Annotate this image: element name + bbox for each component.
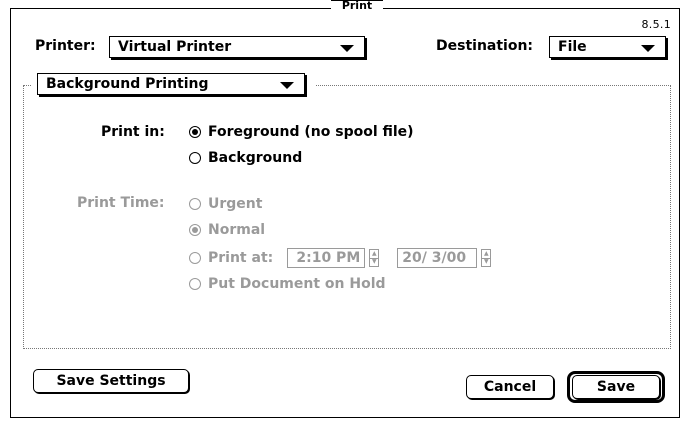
time-stepper[interactable]: ▲ ▼	[369, 249, 380, 267]
print-time-label: Print Time:	[77, 195, 165, 211]
destination-popup[interactable]: File	[549, 36, 666, 58]
destination-value: File	[558, 39, 587, 55]
chevron-down-icon	[340, 45, 354, 52]
arrow-up-icon[interactable]: ▲	[370, 250, 378, 258]
radio-urgent[interactable]: Urgent	[189, 195, 262, 213]
window-title: Print	[331, 0, 383, 13]
radio-normal-label: Normal	[208, 222, 266, 238]
date-field[interactable]: 20/ 3/00	[397, 248, 478, 268]
printer-popup[interactable]: Virtual Printer	[109, 36, 365, 58]
radio-background[interactable]: Background	[189, 149, 302, 167]
radio-button-icon	[189, 198, 201, 210]
print-in-label: Print in:	[101, 124, 165, 140]
radio-foreground[interactable]: Foreground (no spool file)	[189, 123, 414, 141]
panel-value: Background Printing	[46, 76, 209, 92]
print-dialog: Print 8.5.1 Printer: Virtual Printer Des…	[10, 0, 680, 418]
destination-label: Destination:	[436, 38, 534, 54]
cancel-button[interactable]: Cancel	[466, 375, 554, 399]
save-button[interactable]: Save	[572, 375, 660, 399]
radio-button-icon	[189, 224, 201, 236]
date-stepper[interactable]: ▲ ▼	[481, 249, 492, 267]
radio-urgent-label: Urgent	[208, 196, 263, 212]
arrow-up-icon[interactable]: ▲	[482, 250, 490, 258]
radio-button-icon	[189, 252, 201, 264]
chevron-down-icon	[641, 45, 655, 52]
chevron-down-icon	[280, 82, 294, 89]
radio-normal[interactable]: Normal	[189, 221, 265, 239]
radio-print-at-label: Print at:	[208, 250, 274, 266]
radio-button-icon	[189, 278, 201, 290]
panel-popup[interactable]: Background Printing	[37, 73, 305, 95]
version-label: 8.5.1	[641, 18, 671, 31]
save-settings-button[interactable]: Save Settings	[33, 369, 189, 393]
radio-foreground-label: Foreground (no spool file)	[208, 124, 414, 140]
radio-button-icon	[189, 126, 201, 138]
time-field[interactable]: 2:10 PM	[287, 248, 366, 268]
radio-put-on-hold[interactable]: Put Document on Hold	[189, 275, 386, 293]
radio-background-label: Background	[208, 150, 303, 166]
arrow-down-icon[interactable]: ▼	[482, 257, 491, 267]
printer-label: Printer:	[35, 38, 96, 54]
radio-button-icon	[189, 152, 201, 164]
radio-print-at[interactable]: Print at: 2:10 PM ▲ ▼ 20/ 3/00 ▲ ▼	[189, 247, 492, 269]
printer-value: Virtual Printer	[118, 39, 232, 55]
arrow-down-icon[interactable]: ▼	[370, 257, 379, 267]
radio-put-on-hold-label: Put Document on Hold	[208, 276, 386, 292]
